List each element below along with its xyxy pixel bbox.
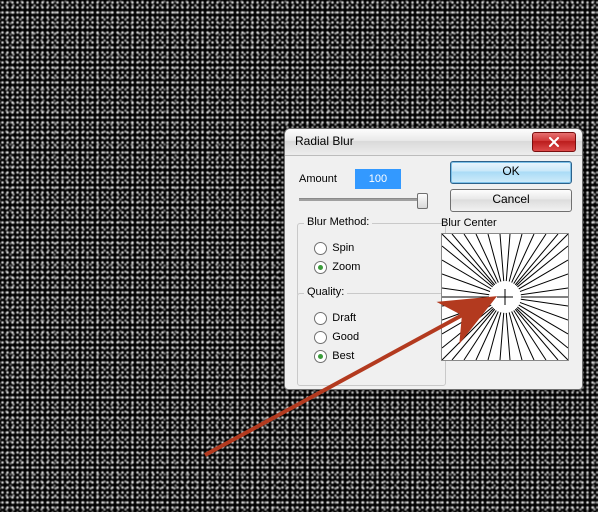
radio-icon xyxy=(314,350,327,363)
radio-label: Best xyxy=(332,350,354,362)
radio-label: Good xyxy=(332,331,359,343)
document-canvas: Radial Blur Amount OK Cancel Blur Method… xyxy=(0,0,598,512)
radio-icon xyxy=(314,242,327,255)
close-icon xyxy=(548,137,560,147)
zoom-preview-icon xyxy=(442,234,568,360)
ok-button[interactable]: OK xyxy=(450,161,572,184)
radio-label: Spin xyxy=(332,242,354,254)
radio-icon xyxy=(314,331,327,344)
amount-input[interactable] xyxy=(355,169,401,189)
radio-label: Zoom xyxy=(332,261,360,273)
amount-label: Amount xyxy=(299,173,337,185)
dialog-body: Amount OK Cancel Blur Method: Spin Zoom xyxy=(285,155,582,389)
cancel-button[interactable]: Cancel xyxy=(450,189,572,212)
amount-slider[interactable] xyxy=(299,193,427,205)
blur-center-label: Blur Center xyxy=(441,217,497,229)
radio-zoom[interactable]: Zoom xyxy=(314,259,436,276)
amount-row: Amount xyxy=(299,169,401,189)
blur-method-legend: Blur Method: xyxy=(304,216,372,228)
blur-center-preview[interactable] xyxy=(441,233,569,361)
slider-thumb[interactable] xyxy=(417,193,428,209)
radio-draft[interactable]: Draft xyxy=(314,310,436,327)
close-button[interactable] xyxy=(532,132,576,152)
radio-spin[interactable]: Spin xyxy=(314,240,436,257)
titlebar[interactable]: Radial Blur xyxy=(285,129,582,156)
radio-best[interactable]: Best xyxy=(314,348,436,365)
quality-group: Quality: Draft Good Best xyxy=(297,293,446,386)
slider-track xyxy=(299,198,427,201)
quality-legend: Quality: xyxy=(304,286,347,298)
radio-icon xyxy=(314,261,327,274)
radio-label: Draft xyxy=(332,312,356,324)
radio-good[interactable]: Good xyxy=(314,329,436,346)
dialog-title: Radial Blur xyxy=(295,134,354,148)
radial-blur-dialog: Radial Blur Amount OK Cancel Blur Method… xyxy=(284,128,583,390)
radio-icon xyxy=(314,312,327,325)
